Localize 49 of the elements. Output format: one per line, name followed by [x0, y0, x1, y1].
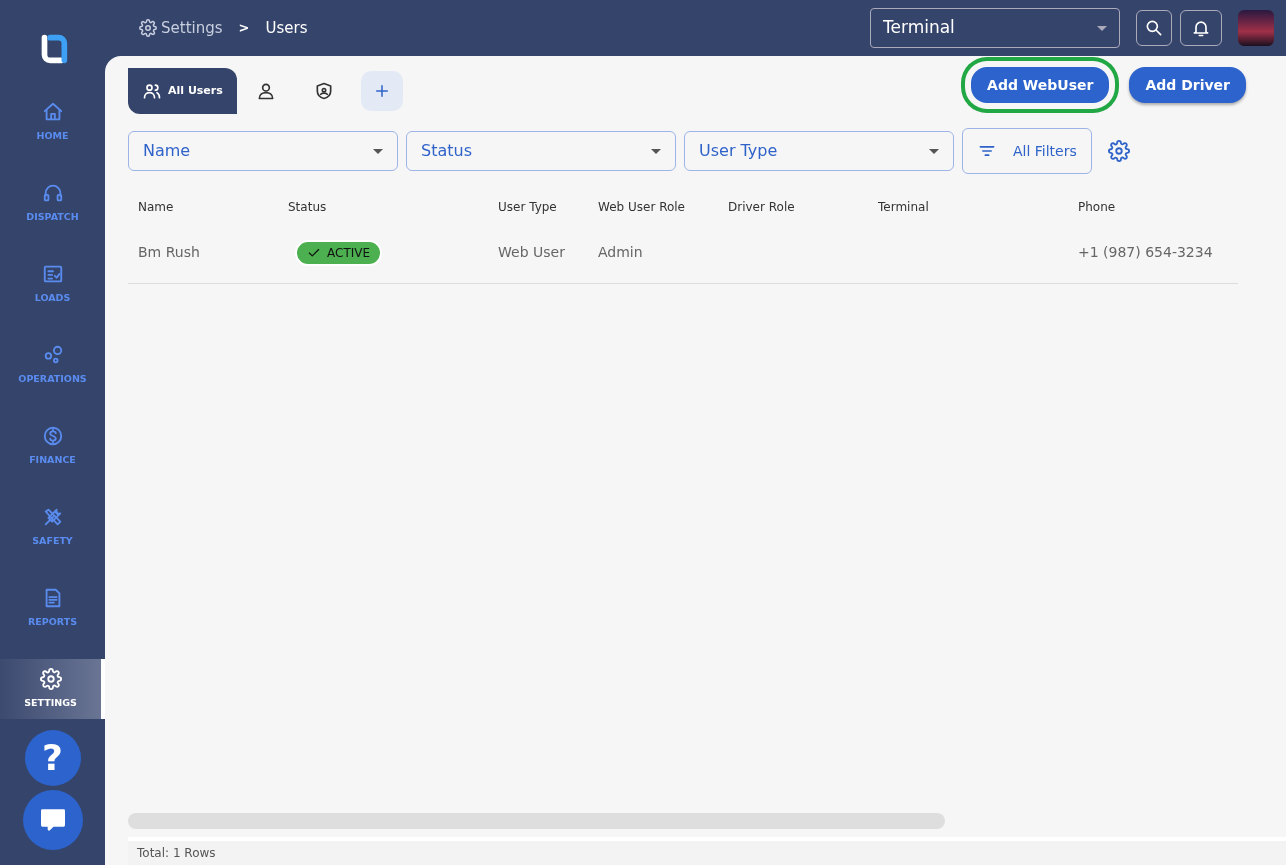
filter-select[interactable]: Name: [128, 131, 398, 171]
search-icon: [1144, 18, 1164, 38]
sidebar-item[interactable]: DISPATCH: [0, 173, 105, 233]
users-icon: [142, 81, 162, 101]
sidebar-item[interactable]: REPORTS: [0, 578, 105, 638]
column-header: User Type: [498, 200, 557, 214]
terminal-select[interactable]: Terminal: [870, 8, 1120, 48]
person-icon: [255, 81, 276, 101]
column-header: Phone: [1078, 200, 1116, 214]
sidebar-item[interactable]: FINANCE: [0, 416, 105, 476]
caret-icon: [1097, 25, 1107, 31]
status-badge: ACTIVE: [295, 239, 383, 266]
table-cell: Bm Rush: [138, 244, 200, 260]
filter-select[interactable]: Status: [406, 131, 676, 171]
house-icon: [41, 100, 64, 123]
add-tab-button[interactable]: [360, 71, 403, 111]
table-cell: +1 (987) 654-3234: [1078, 244, 1213, 260]
total-rows: Total: 1 Rows: [137, 844, 216, 862]
gear-icon: [139, 19, 157, 37]
all-filters-button[interactable]: All Filters: [962, 128, 1092, 174]
sidebar-item[interactable]: HOME: [0, 92, 105, 152]
add-button[interactable]: Add Driver: [1129, 67, 1246, 103]
column-header: Terminal: [878, 200, 929, 214]
notifications-button[interactable]: [1180, 10, 1222, 46]
caret-icon: [651, 148, 661, 154]
tab[interactable]: All Users: [128, 68, 237, 114]
help-button[interactable]: ?: [24, 730, 81, 786]
filter-select[interactable]: User Type: [684, 131, 954, 171]
gear-icon: [39, 667, 62, 690]
avatar[interactable]: [1238, 10, 1274, 46]
column-header: Driver Role: [728, 200, 795, 214]
table-cell: Admin: [598, 244, 643, 260]
search-button[interactable]: [1136, 10, 1172, 46]
column-header: Name: [138, 200, 174, 214]
column-header: Web User Role: [598, 200, 685, 214]
settings-icon: [1107, 140, 1130, 162]
sidebar-item[interactable]: SAFETY: [0, 497, 105, 557]
breadcrumb-separator: >: [238, 19, 250, 38]
sidebar-item[interactable]: LOADS: [0, 254, 105, 314]
bell-icon: [1191, 18, 1211, 38]
breadcrumb-current: Users: [265, 17, 308, 39]
column-header: Status: [288, 200, 327, 214]
caret-icon: [373, 148, 383, 154]
caret-icon: [929, 148, 939, 154]
sidebar-item[interactable]: SETTINGS: [0, 659, 105, 719]
sidebar-item[interactable]: OPERATIONS: [0, 335, 105, 395]
breadcrumb-link[interactable]: Settings: [139, 16, 223, 40]
dollar-icon: [41, 424, 64, 447]
table-cell: Web User: [498, 244, 565, 260]
